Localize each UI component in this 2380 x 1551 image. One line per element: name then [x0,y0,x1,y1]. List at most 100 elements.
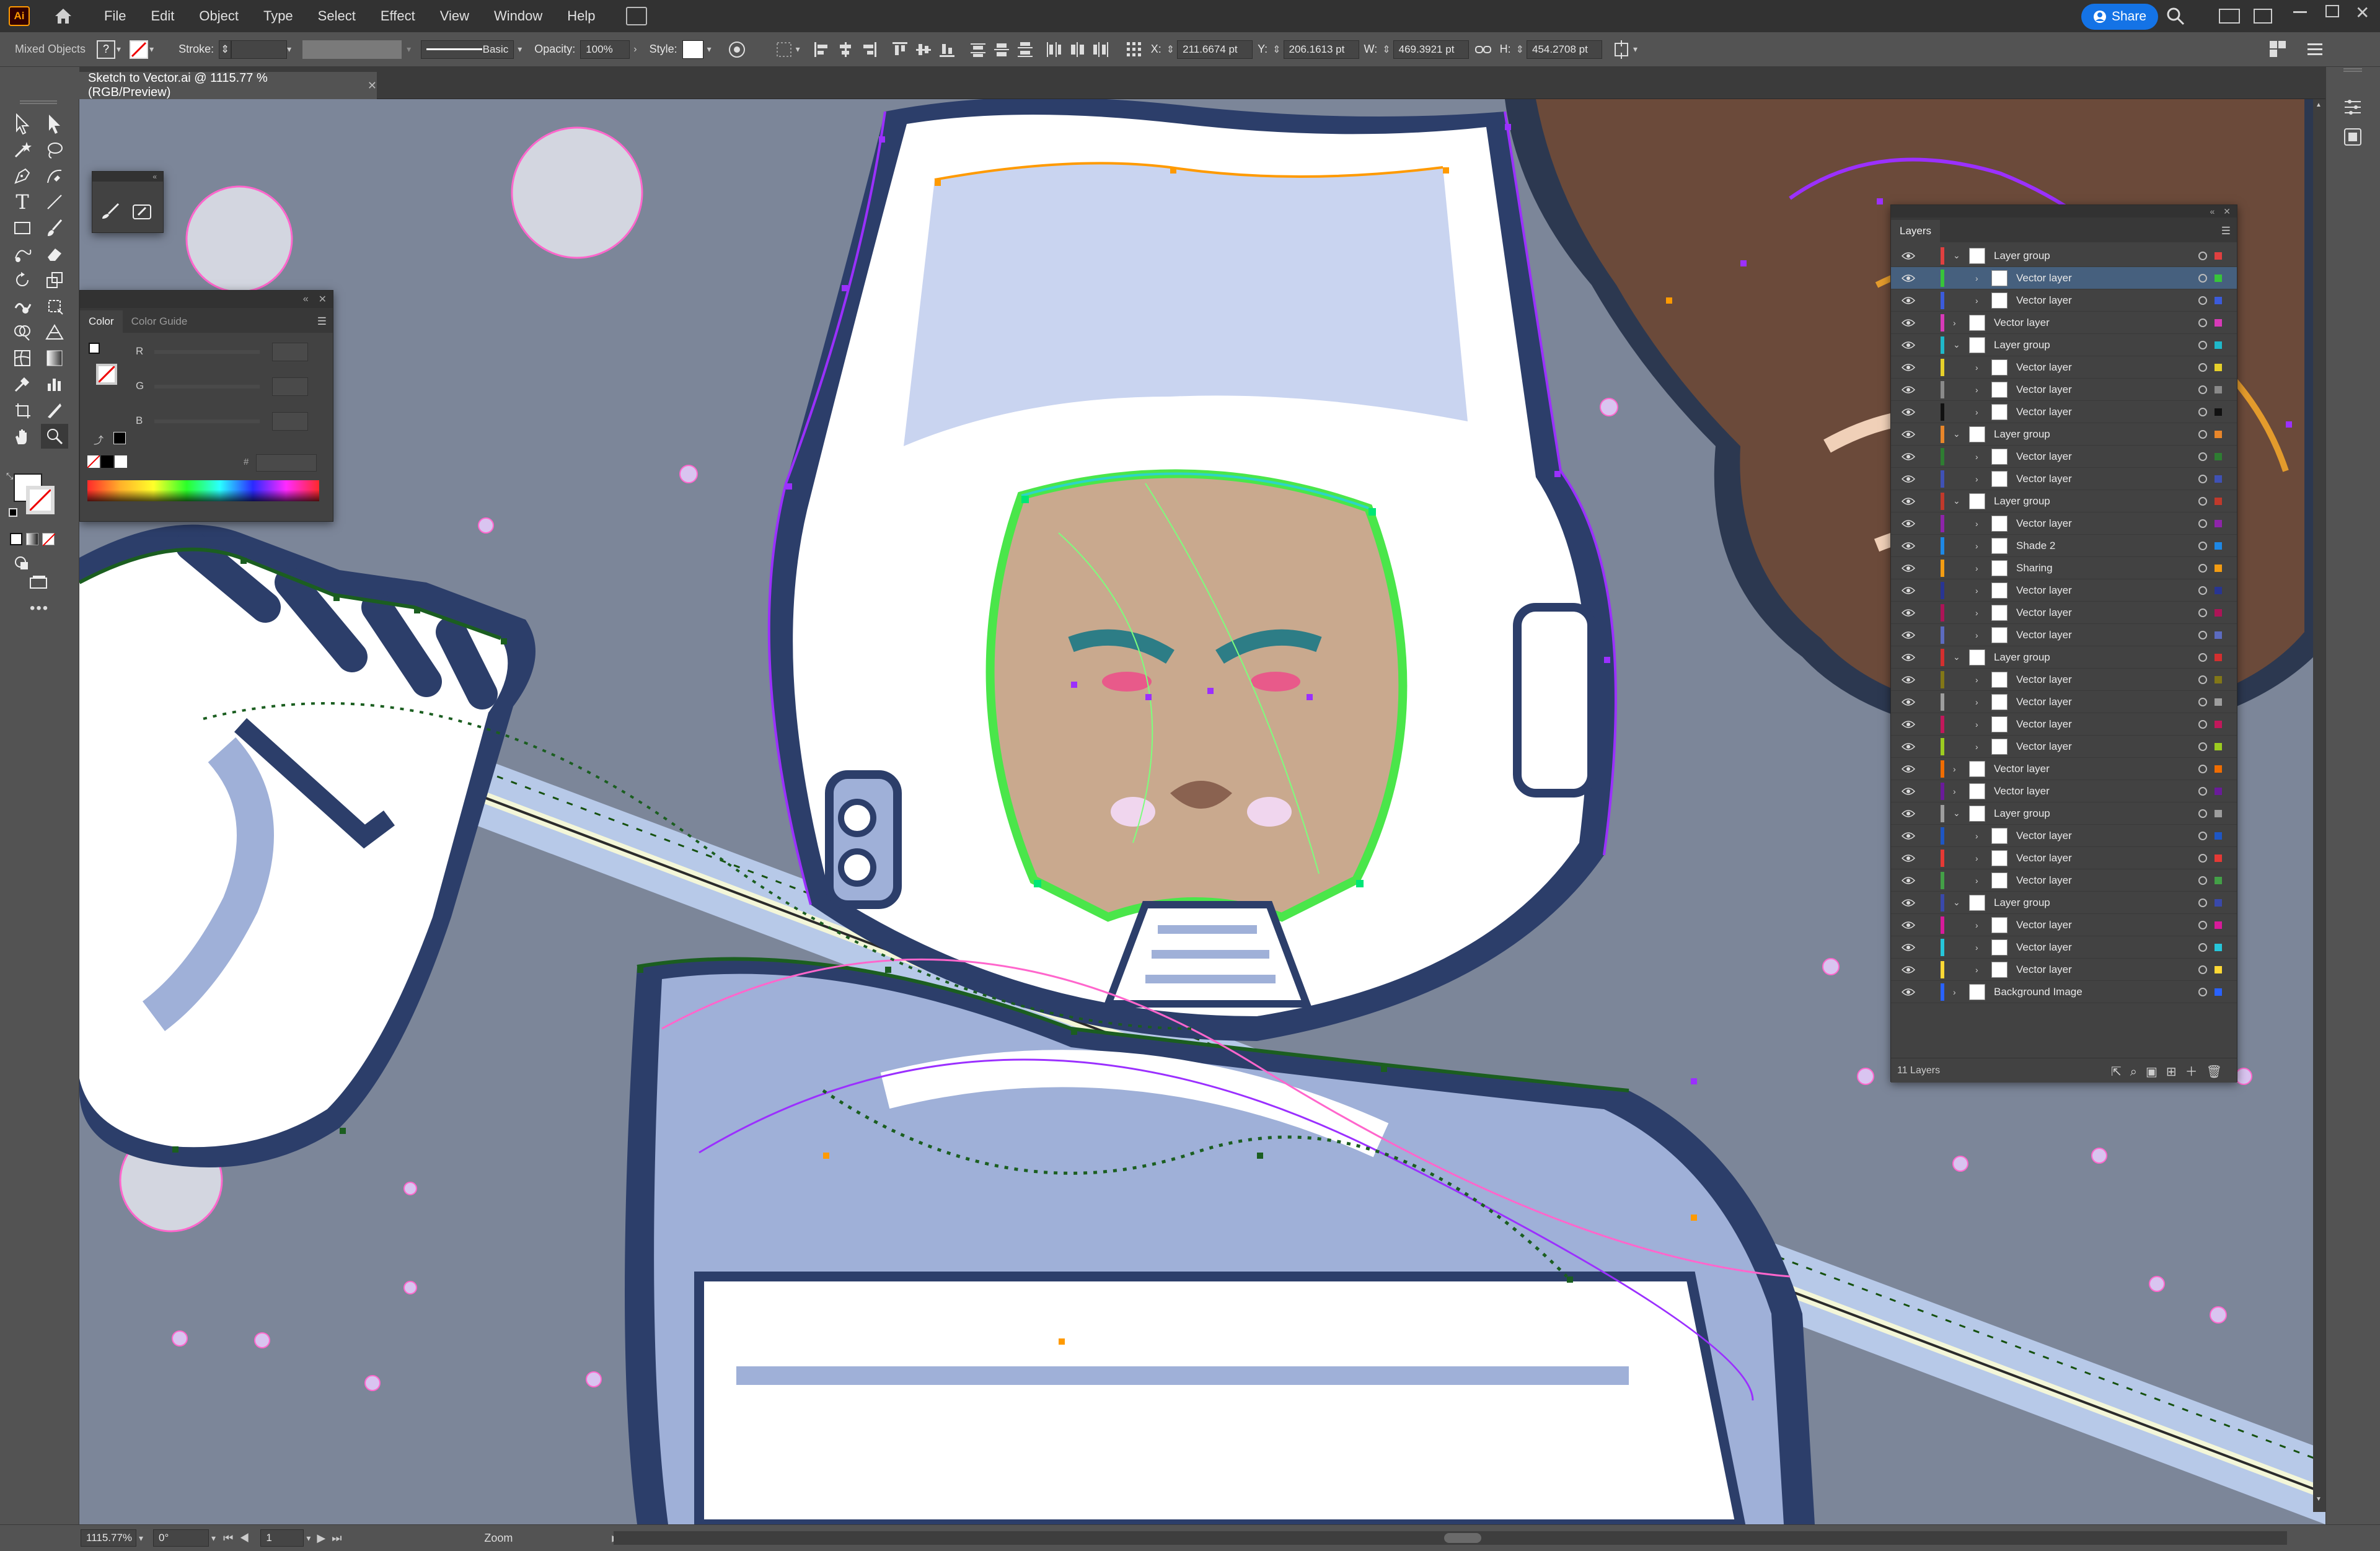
visibility-eye-icon[interactable] [1901,898,1916,908]
target-circle-icon[interactable] [2198,586,2207,595]
arrange-documents-icon[interactable] [626,7,648,25]
visibility-eye-icon[interactable] [1901,719,1916,729]
zoom-tool-icon[interactable] [41,424,68,449]
chevron-down-icon[interactable]: ▾ [306,1533,311,1544]
align-center-icon[interactable] [835,39,856,60]
chevron-right-icon[interactable]: › [1975,474,1978,484]
align-middle-icon[interactable] [913,39,934,60]
layer-row[interactable]: › Vector layer [1891,267,2237,289]
libraries-icon[interactable] [2342,126,2363,151]
align-bottom-icon[interactable] [937,39,958,60]
chevron-right-icon[interactable]: › [1975,719,1978,729]
visibility-eye-icon[interactable] [1901,273,1916,283]
rotate-tool-icon[interactable] [9,268,36,292]
selection-indicator[interactable] [2215,452,2222,460]
chevron-right-icon[interactable]: › [1975,296,1978,305]
swap-fill-stroke-icon[interactable]: ⤡ [6,471,13,481]
selection-tool-icon[interactable] [9,112,36,136]
stroke-weight-input[interactable] [231,40,288,59]
black-swatch-small[interactable] [101,455,113,468]
visibility-eye-icon[interactable] [1901,340,1916,350]
recolor-artwork-icon[interactable] [726,39,747,60]
selection-indicator[interactable] [2215,609,2222,617]
artboard-number-input[interactable]: 1 [260,1529,304,1547]
default-fill-stroke-icon[interactable] [9,508,17,517]
chevron-down-icon[interactable]: ▾ [117,44,121,55]
visibility-eye-icon[interactable] [1901,764,1916,774]
layer-row[interactable]: › Vector layer [1891,936,2237,959]
selection-indicator[interactable] [2215,832,2222,840]
warp-tool-icon[interactable] [9,294,36,319]
paintbrush-icon[interactable] [100,203,121,223]
new-sublayer-icon[interactable]: ⊞ [2166,1065,2185,1079]
chevron-right-icon[interactable]: › [633,44,637,55]
selection-indicator[interactable] [2215,765,2222,773]
panel-menu-icon[interactable]: ☰ [2221,225,2231,242]
selection-indicator[interactable] [2215,720,2222,728]
w-stepper-icon[interactable]: ⇕ [1382,43,1390,56]
stroke-swatch[interactable] [130,40,149,59]
tab-layers[interactable]: Layers [1891,220,1941,242]
visibility-eye-icon[interactable] [1901,474,1916,484]
mesh-tool-icon[interactable] [9,346,36,371]
selection-indicator[interactable] [2215,653,2222,661]
target-circle-icon[interactable] [2198,496,2207,506]
target-circle-icon[interactable] [2198,831,2207,840]
chevron-down-icon[interactable]: ▾ [796,44,800,55]
distribute-left-icon[interactable] [1043,39,1064,60]
visibility-eye-icon[interactable] [1901,496,1916,506]
target-circle-icon[interactable] [2198,541,2207,550]
chevron-right-icon[interactable]: › [1975,965,1978,975]
target-circle-icon[interactable] [2198,853,2207,863]
artboard-canvas[interactable]: « « ✕ Color Color Guide ☰ R G B ⤴ # « ✕ … [79,99,2325,1524]
visibility-eye-icon[interactable] [1901,318,1916,328]
chevron-right-icon[interactable]: › [1975,563,1978,573]
target-circle-icon[interactable] [2198,987,2207,996]
target-circle-icon[interactable] [2198,719,2207,729]
layer-row[interactable]: › Shade 2 [1891,535,2237,557]
layer-row[interactable]: › Background Image [1891,981,2237,1003]
chevron-down-icon[interactable]: ▾ [707,44,712,55]
layer-row[interactable]: › Vector layer [1891,825,2237,847]
target-circle-icon[interactable] [2198,340,2207,349]
selection-indicator[interactable] [2215,943,2222,951]
selection-indicator[interactable] [2215,742,2222,750]
menu-type[interactable]: Type [251,8,306,24]
visibility-eye-icon[interactable] [1901,385,1916,395]
target-circle-icon[interactable] [2198,407,2207,416]
gradient-tool-icon[interactable] [41,346,68,371]
chevron-down-icon[interactable]: ⌄ [1953,429,1960,439]
layer-row[interactable]: › Vector layer [1891,312,2237,334]
target-circle-icon[interactable] [2198,474,2207,483]
visibility-eye-icon[interactable] [1901,809,1916,819]
chevron-right-icon[interactable]: › [1975,273,1978,283]
collapse-icon[interactable]: « [303,294,309,305]
layer-row[interactable]: › Vector layer [1891,669,2237,691]
selection-indicator[interactable] [2215,408,2222,416]
layer-row[interactable]: ⌄ Layer group [1891,245,2237,267]
shape-transform-icon[interactable] [1611,39,1632,60]
close-icon[interactable]: ✕ [2223,206,2231,217]
stroke-indicator[interactable] [96,364,117,385]
maximize-icon[interactable] [2325,5,2339,17]
last-artboard-icon[interactable]: ⏭ [332,1532,348,1544]
channel-r-input[interactable] [272,343,308,361]
graphic-style-swatch[interactable] [682,40,703,59]
pen-tool-icon[interactable] [9,164,36,188]
dock-grip[interactable] [2343,68,2362,72]
color-spectrum[interactable] [87,480,319,501]
channel-g-input[interactable] [272,377,308,396]
selection-indicator[interactable] [2215,341,2222,349]
chevron-right-icon[interactable]: › [1975,519,1978,529]
out-of-gamut-icon[interactable]: ⤴ [94,432,104,447]
selection-indicator[interactable] [2215,252,2222,260]
y-input[interactable]: 206.1613 pt [1283,40,1359,59]
y-stepper-icon[interactable]: ⇕ [1272,43,1280,56]
visibility-eye-icon[interactable] [1901,541,1916,551]
selection-indicator[interactable] [2215,385,2222,393]
visibility-eye-icon[interactable] [1901,965,1916,975]
w-input[interactable]: 469.3921 pt [1393,40,1469,59]
layer-row[interactable]: › Vector layer [1891,289,2237,312]
toolbar-grip[interactable] [20,100,57,104]
selection-indicator[interactable] [2215,787,2222,795]
